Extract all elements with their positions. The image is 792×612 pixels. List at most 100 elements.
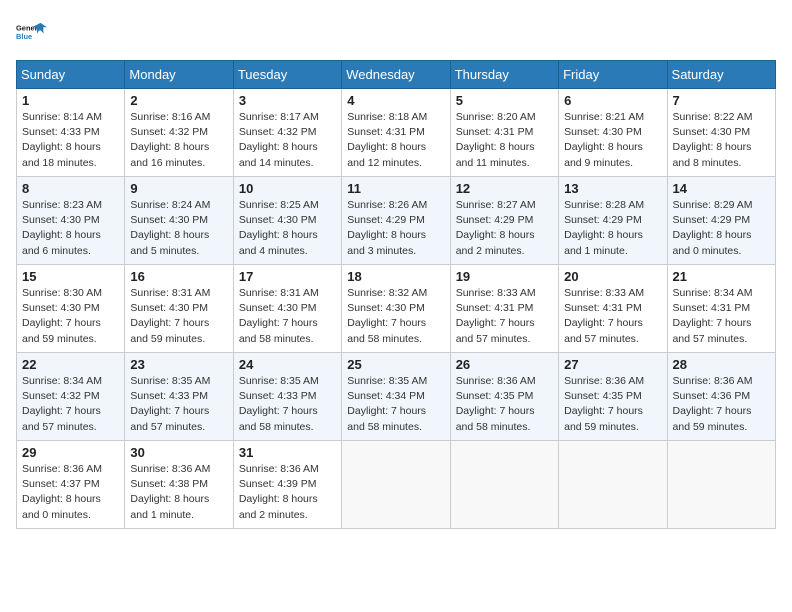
day-info: Sunrise: 8:36 AMSunset: 4:38 PMDaylight:… <box>130 462 227 523</box>
day-number: 2 <box>130 93 227 108</box>
logo-icon: GeneralBlue <box>16 16 48 48</box>
calendar-cell: 26 Sunrise: 8:36 AMSunset: 4:35 PMDayligh… <box>450 353 558 441</box>
page-header: GeneralBlue <box>16 16 776 48</box>
day-info: Sunrise: 8:29 AMSunset: 4:29 PMDaylight:… <box>673 198 770 259</box>
calendar-header-row: SundayMondayTuesdayWednesdayThursdayFrid… <box>17 61 776 89</box>
calendar-cell: 16 Sunrise: 8:31 AMSunset: 4:30 PMDayligh… <box>125 265 233 353</box>
day-info: Sunrise: 8:20 AMSunset: 4:31 PMDaylight:… <box>456 110 553 171</box>
calendar-cell: 6Sunrise: 8:21 AMSunset: 4:30 PMDaylight… <box>559 89 667 177</box>
calendar-cell: 23 Sunrise: 8:35 AMSunset: 4:33 PMDayligh… <box>125 353 233 441</box>
day-number: 31 <box>239 445 336 460</box>
day-number: 29 <box>22 445 119 460</box>
calendar-cell: 29 Sunrise: 8:36 AMSunset: 4:37 PMDayligh… <box>17 441 125 529</box>
day-number: 11 <box>347 181 444 196</box>
day-number: 19 <box>456 269 553 284</box>
day-info: Sunrise: 8:35 AMSunset: 4:34 PMDaylight:… <box>347 374 444 435</box>
calendar-cell: 18 Sunrise: 8:32 AMSunset: 4:30 PMDayligh… <box>342 265 450 353</box>
day-info: Sunrise: 8:34 AMSunset: 4:31 PMDaylight:… <box>673 286 770 347</box>
calendar-cell: 1 Sunrise: 8:14 AMSunset: 4:33 PMDaylight… <box>17 89 125 177</box>
day-number: 9 <box>130 181 227 196</box>
column-header-sunday: Sunday <box>17 61 125 89</box>
day-number: 14 <box>673 181 770 196</box>
calendar-table: SundayMondayTuesdayWednesdayThursdayFrid… <box>16 60 776 529</box>
day-number: 27 <box>564 357 661 372</box>
day-number: 28 <box>673 357 770 372</box>
calendar-cell <box>667 441 775 529</box>
calendar-cell: 30 Sunrise: 8:36 AMSunset: 4:38 PMDayligh… <box>125 441 233 529</box>
day-number: 16 <box>130 269 227 284</box>
day-info: Sunrise: 8:22 AMSunset: 4:30 PMDaylight:… <box>673 110 770 171</box>
calendar-week-2: 8 Sunrise: 8:23 AMSunset: 4:30 PMDaylight… <box>17 177 776 265</box>
day-info: Sunrise: 8:17 AMSunset: 4:32 PMDaylight:… <box>239 110 336 171</box>
calendar-body: 1 Sunrise: 8:14 AMSunset: 4:33 PMDaylight… <box>17 89 776 529</box>
day-info: Sunrise: 8:36 AMSunset: 4:35 PMDaylight:… <box>564 374 661 435</box>
calendar-cell: 13Sunrise: 8:28 AMSunset: 4:29 PMDayligh… <box>559 177 667 265</box>
day-info: Sunrise: 8:31 AMSunset: 4:30 PMDaylight:… <box>239 286 336 347</box>
day-number: 5 <box>456 93 553 108</box>
calendar-cell: 8 Sunrise: 8:23 AMSunset: 4:30 PMDaylight… <box>17 177 125 265</box>
day-number: 22 <box>22 357 119 372</box>
calendar-week-4: 22 Sunrise: 8:34 AMSunset: 4:32 PMDayligh… <box>17 353 776 441</box>
day-info: Sunrise: 8:23 AMSunset: 4:30 PMDaylight:… <box>22 198 119 259</box>
day-number: 3 <box>239 93 336 108</box>
calendar-cell: 7 Sunrise: 8:22 AMSunset: 4:30 PMDaylight… <box>667 89 775 177</box>
day-number: 24 <box>239 357 336 372</box>
calendar-cell: 11 Sunrise: 8:26 AMSunset: 4:29 PMDayligh… <box>342 177 450 265</box>
column-header-tuesday: Tuesday <box>233 61 341 89</box>
calendar-cell: 28 Sunrise: 8:36 AMSunset: 4:36 PMDayligh… <box>667 353 775 441</box>
calendar-week-5: 29 Sunrise: 8:36 AMSunset: 4:37 PMDayligh… <box>17 441 776 529</box>
day-number: 1 <box>22 93 119 108</box>
calendar-cell <box>342 441 450 529</box>
column-header-saturday: Saturday <box>667 61 775 89</box>
calendar-cell: 31 Sunrise: 8:36 AMSunset: 4:39 PMDayligh… <box>233 441 341 529</box>
calendar-cell: 19Sunrise: 8:33 AMSunset: 4:31 PMDayligh… <box>450 265 558 353</box>
calendar-cell: 9Sunrise: 8:24 AMSunset: 4:30 PMDaylight… <box>125 177 233 265</box>
day-number: 25 <box>347 357 444 372</box>
svg-text:Blue: Blue <box>16 32 32 41</box>
calendar-cell: 17 Sunrise: 8:31 AMSunset: 4:30 PMDayligh… <box>233 265 341 353</box>
calendar-cell: 21Sunrise: 8:34 AMSunset: 4:31 PMDayligh… <box>667 265 775 353</box>
logo: GeneralBlue <box>16 16 48 48</box>
day-number: 26 <box>456 357 553 372</box>
column-header-thursday: Thursday <box>450 61 558 89</box>
calendar-cell: 24 Sunrise: 8:35 AMSunset: 4:33 PMDayligh… <box>233 353 341 441</box>
day-info: Sunrise: 8:36 AMSunset: 4:35 PMDaylight:… <box>456 374 553 435</box>
day-info: Sunrise: 8:16 AMSunset: 4:32 PMDaylight:… <box>130 110 227 171</box>
day-info: Sunrise: 8:34 AMSunset: 4:32 PMDaylight:… <box>22 374 119 435</box>
day-number: 20 <box>564 269 661 284</box>
calendar-cell <box>559 441 667 529</box>
column-header-friday: Friday <box>559 61 667 89</box>
day-info: Sunrise: 8:14 AMSunset: 4:33 PMDaylight:… <box>22 110 119 171</box>
day-number: 8 <box>22 181 119 196</box>
column-header-monday: Monday <box>125 61 233 89</box>
calendar-cell: 14 Sunrise: 8:29 AMSunset: 4:29 PMDayligh… <box>667 177 775 265</box>
calendar-week-1: 1 Sunrise: 8:14 AMSunset: 4:33 PMDaylight… <box>17 89 776 177</box>
day-info: Sunrise: 8:36 AMSunset: 4:37 PMDaylight:… <box>22 462 119 523</box>
day-info: Sunrise: 8:21 AMSunset: 4:30 PMDaylight:… <box>564 110 661 171</box>
day-number: 18 <box>347 269 444 284</box>
calendar-cell: 10Sunrise: 8:25 AMSunset: 4:30 PMDayligh… <box>233 177 341 265</box>
day-info: Sunrise: 8:32 AMSunset: 4:30 PMDaylight:… <box>347 286 444 347</box>
day-info: Sunrise: 8:36 AMSunset: 4:36 PMDaylight:… <box>673 374 770 435</box>
day-info: Sunrise: 8:27 AMSunset: 4:29 PMDaylight:… <box>456 198 553 259</box>
day-info: Sunrise: 8:18 AMSunset: 4:31 PMDaylight:… <box>347 110 444 171</box>
day-number: 30 <box>130 445 227 460</box>
day-number: 23 <box>130 357 227 372</box>
day-info: Sunrise: 8:31 AMSunset: 4:30 PMDaylight:… <box>130 286 227 347</box>
day-info: Sunrise: 8:35 AMSunset: 4:33 PMDaylight:… <box>130 374 227 435</box>
day-info: Sunrise: 8:25 AMSunset: 4:30 PMDaylight:… <box>239 198 336 259</box>
day-number: 17 <box>239 269 336 284</box>
calendar-cell: 4 Sunrise: 8:18 AMSunset: 4:31 PMDaylight… <box>342 89 450 177</box>
day-info: Sunrise: 8:28 AMSunset: 4:29 PMDaylight:… <box>564 198 661 259</box>
day-info: Sunrise: 8:36 AMSunset: 4:39 PMDaylight:… <box>239 462 336 523</box>
calendar-cell <box>450 441 558 529</box>
day-info: Sunrise: 8:26 AMSunset: 4:29 PMDaylight:… <box>347 198 444 259</box>
day-info: Sunrise: 8:35 AMSunset: 4:33 PMDaylight:… <box>239 374 336 435</box>
day-number: 7 <box>673 93 770 108</box>
column-header-wednesday: Wednesday <box>342 61 450 89</box>
calendar-cell: 20Sunrise: 8:33 AMSunset: 4:31 PMDayligh… <box>559 265 667 353</box>
day-number: 15 <box>22 269 119 284</box>
day-number: 4 <box>347 93 444 108</box>
calendar-cell: 3 Sunrise: 8:17 AMSunset: 4:32 PMDaylight… <box>233 89 341 177</box>
day-number: 12 <box>456 181 553 196</box>
